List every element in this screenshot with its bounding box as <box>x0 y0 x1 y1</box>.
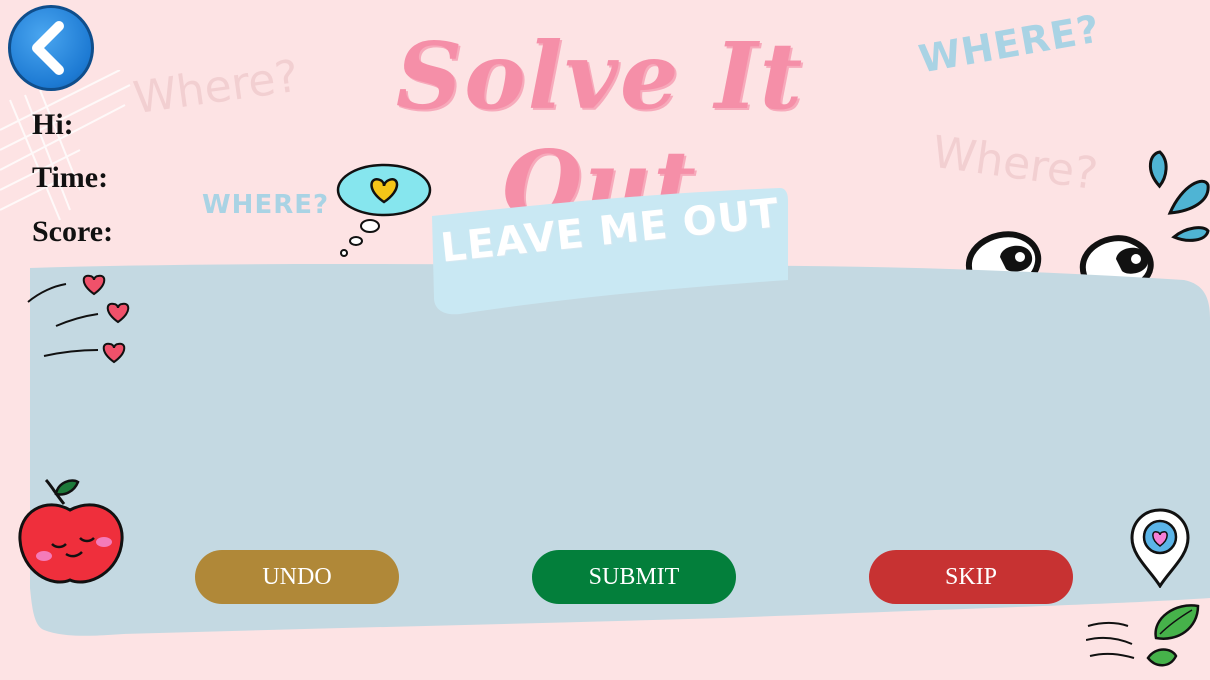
back-button[interactable] <box>8 5 94 91</box>
hi-label: Hi: <box>32 108 74 141</box>
location-pin-icon <box>1130 508 1190 588</box>
apple-character <box>18 478 124 584</box>
chevron-left-icon <box>32 21 64 75</box>
undo-button[interactable]: UNDO <box>195 550 399 604</box>
submit-button[interactable]: SUBMIT <box>532 550 736 604</box>
thought-bubble-icon <box>336 163 432 257</box>
skip-button[interactable]: SKIP <box>869 550 1073 604</box>
where-decoration-1: Where? <box>130 50 302 125</box>
score-label: Score: <box>32 215 114 248</box>
where-decoration-2: WHERE? <box>915 6 1104 82</box>
leaves-decoration <box>1086 604 1200 667</box>
time-label: Time: <box>32 161 109 194</box>
flying-hearts-decoration <box>27 274 130 364</box>
